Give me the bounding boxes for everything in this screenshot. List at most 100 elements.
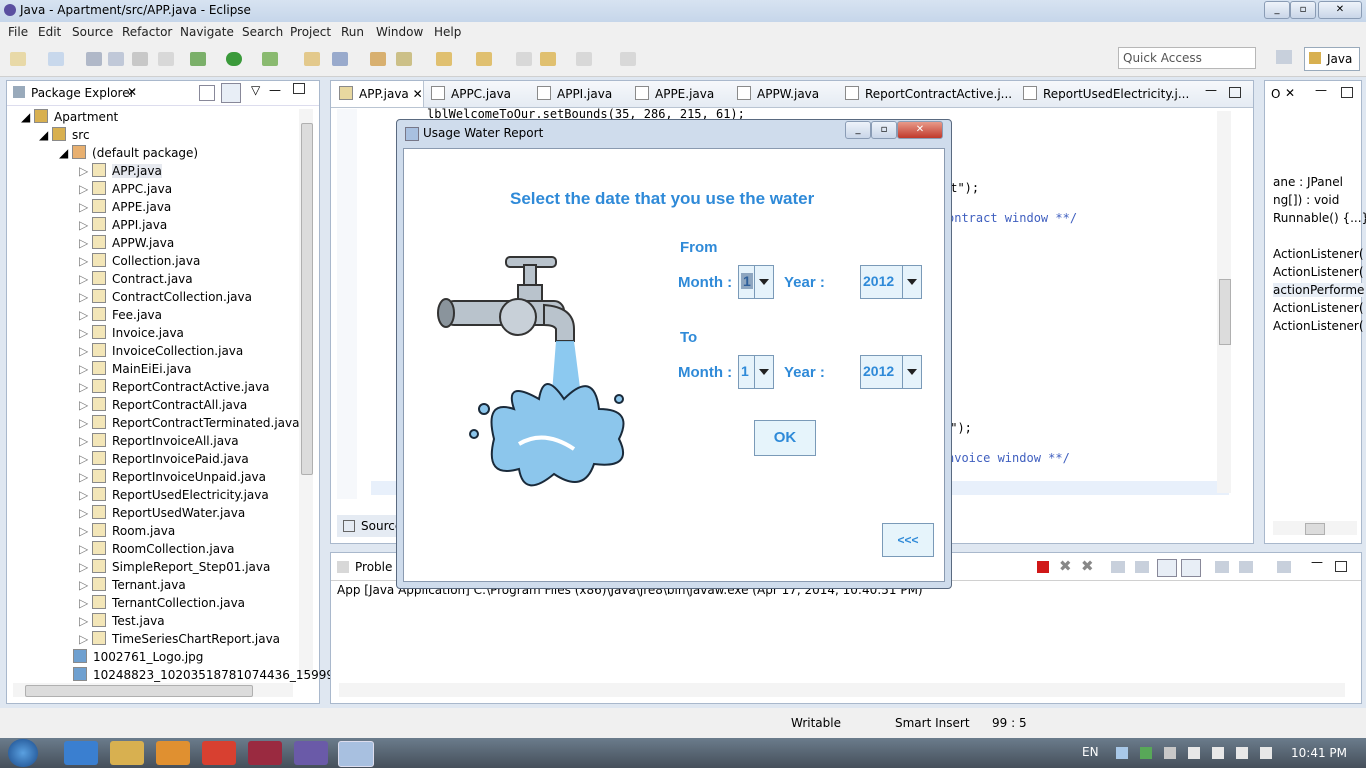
- tree-file-item[interactable]: ▷ APPE.java: [79, 199, 171, 214]
- menu-file[interactable]: File: [8, 25, 28, 39]
- maximize-console-icon[interactable]: [1335, 561, 1347, 572]
- dialog-maximize-button[interactable]: ▫: [871, 121, 897, 139]
- console-hscrollbar[interactable]: [339, 683, 1345, 697]
- open-folder-icon[interactable]: [370, 52, 386, 66]
- outline-item[interactable]: ActionListener(: [1273, 319, 1364, 333]
- outline-item[interactable]: ActionListener(: [1273, 301, 1364, 315]
- tray-icon-2[interactable]: [1140, 747, 1152, 759]
- winrar-icon[interactable]: [248, 741, 282, 765]
- link-with-editor-icon[interactable]: [221, 83, 241, 103]
- tree-file-item[interactable]: ▷ ReportInvoiceAll.java: [79, 433, 239, 448]
- debug-icon[interactable]: [190, 52, 206, 66]
- tree-file-item[interactable]: ▷ ReportUsedElectricity.java: [79, 487, 269, 502]
- tree-file-item[interactable]: ▷ Test.java: [79, 613, 165, 628]
- from-month-select[interactable]: 1: [738, 265, 774, 299]
- from-year-select[interactable]: 2012: [860, 265, 922, 299]
- scroll-lock-icon[interactable]: [1111, 561, 1125, 573]
- tree-file-item[interactable]: ▷ APPC.java: [79, 181, 172, 196]
- forward-icon[interactable]: [576, 52, 592, 66]
- menu-navigate[interactable]: Navigate: [180, 25, 234, 39]
- tree-file-item[interactable]: ▷ MainEiEi.java: [79, 361, 191, 376]
- close-outline-icon[interactable]: ✕: [1285, 86, 1295, 100]
- tree-file-item[interactable]: ▷ InvoiceCollection.java: [79, 343, 243, 358]
- pin-icon[interactable]: [620, 52, 636, 66]
- outline-hscroll-thumb[interactable]: [1305, 523, 1325, 535]
- tree-file-item[interactable]: ▷ Contract.java: [79, 271, 193, 286]
- tree-file-item[interactable]: ▷ Collection.java: [79, 253, 200, 268]
- minimize-editor-icon[interactable]: —: [1205, 83, 1217, 97]
- new-java-project-icon[interactable]: [48, 52, 64, 66]
- minimize-view-icon[interactable]: —: [269, 83, 281, 97]
- minimize-button[interactable]: _: [1264, 1, 1290, 19]
- print-icon[interactable]: [132, 52, 148, 66]
- tab-appc[interactable]: APPC.java: [431, 86, 511, 101]
- tree-file-item[interactable]: ▷ ReportInvoiceUnpaid.java: [79, 469, 266, 484]
- menu-edit[interactable]: Edit: [38, 25, 61, 39]
- expand-arrow-icon[interactable]: ▷: [79, 434, 92, 448]
- expand-arrow-icon[interactable]: ▷: [79, 308, 92, 322]
- back-button[interactable]: <<<: [882, 523, 934, 557]
- last-edit-icon[interactable]: [516, 52, 532, 66]
- tab-report-contract-active[interactable]: ReportContractActive.j...: [845, 86, 1012, 101]
- expand-arrow-icon[interactable]: ▷: [79, 200, 92, 214]
- expand-arrow-icon[interactable]: ▷: [79, 218, 92, 232]
- show-stdout-icon[interactable]: [1157, 559, 1177, 577]
- dialog-minimize-button[interactable]: _: [845, 121, 871, 139]
- pkg-hscroll-thumb[interactable]: [25, 685, 253, 697]
- menu-run[interactable]: Run: [341, 25, 364, 39]
- tree-file-item[interactable]: ▷ ContractCollection.java: [79, 289, 252, 304]
- previous-annotation-icon[interactable]: [476, 52, 492, 66]
- expand-arrow-icon[interactable]: ▷: [79, 344, 92, 358]
- language-indicator[interactable]: EN: [1082, 745, 1099, 759]
- tree-file-item[interactable]: ▷ APP.java: [79, 163, 162, 178]
- tab-report-used-electricity[interactable]: ReportUsedElectricity.j...: [1023, 86, 1189, 101]
- tree-file-item[interactable]: ▷ ReportContractActive.java: [79, 379, 270, 394]
- editor-scroll-thumb[interactable]: [1219, 279, 1231, 345]
- expand-arrow-icon[interactable]: ▷: [79, 596, 92, 610]
- word-wrap-icon[interactable]: [1135, 561, 1149, 573]
- menu-help[interactable]: Help: [434, 25, 461, 39]
- java-app-taskbar-icon[interactable]: [338, 741, 374, 767]
- expand-arrow-icon[interactable]: ▷: [79, 398, 92, 412]
- chevron-down-icon[interactable]: [902, 356, 921, 388]
- tree-file-item[interactable]: ▷ Room.java: [79, 523, 175, 538]
- expand-arrow-icon[interactable]: ▷: [79, 416, 92, 430]
- dialog-close-button[interactable]: ✕: [897, 121, 943, 139]
- ok-button[interactable]: OK: [754, 420, 816, 456]
- coverage-icon[interactable]: [262, 52, 278, 66]
- file-explorer-icon[interactable]: [110, 741, 144, 765]
- collapse-all-icon[interactable]: [199, 85, 215, 101]
- menu-refactor[interactable]: Refactor: [122, 25, 172, 39]
- expand-arrow-icon[interactable]: ▷: [79, 380, 92, 394]
- run-icon[interactable]: [226, 52, 242, 66]
- new-class-icon[interactable]: [332, 52, 348, 66]
- minimize-console-icon[interactable]: —: [1311, 555, 1323, 569]
- tree-file-item[interactable]: ▷ APPW.java: [79, 235, 174, 250]
- tray-icon-1[interactable]: [1116, 747, 1128, 759]
- menu-project[interactable]: Project: [290, 25, 331, 39]
- display-console-icon[interactable]: [1239, 561, 1253, 573]
- tree-project[interactable]: ◢ Apartment: [21, 109, 118, 124]
- expand-arrow-icon[interactable]: ▷: [79, 272, 92, 286]
- internet-explorer-icon[interactable]: [64, 741, 98, 765]
- tree-image-item[interactable]: 1002761_Logo.jpg: [73, 649, 203, 664]
- tree-file-item[interactable]: ▷ SimpleReport_Step01.java: [79, 559, 270, 574]
- expand-arrow-icon[interactable]: ▷: [79, 236, 92, 250]
- expand-arrow-icon[interactable]: ▷: [79, 470, 92, 484]
- remove-launch-icon[interactable]: ✖: [1059, 557, 1072, 575]
- tree-file-item[interactable]: ▷ Fee.java: [79, 307, 162, 322]
- problems-tab-label[interactable]: Proble: [355, 560, 392, 574]
- expand-arrow-icon[interactable]: ▷: [79, 254, 92, 268]
- to-month-select[interactable]: 1: [738, 355, 774, 389]
- java-perspective-button[interactable]: Java: [1304, 47, 1360, 71]
- open-type-icon[interactable]: [304, 52, 320, 66]
- quick-access-field[interactable]: Quick Access: [1118, 47, 1256, 69]
- expand-arrow-icon[interactable]: ▷: [79, 524, 92, 538]
- media-player-icon[interactable]: [156, 741, 190, 765]
- tree-src[interactable]: ◢ src: [39, 127, 90, 142]
- close-view-icon[interactable]: ✕: [127, 85, 137, 99]
- expand-arrow-icon[interactable]: ▷: [79, 326, 92, 340]
- view-menu-icon[interactable]: ▽: [251, 83, 260, 97]
- tree-file-item[interactable]: ▷ TernantCollection.java: [79, 595, 245, 610]
- eclipse-taskbar-icon[interactable]: [294, 741, 328, 765]
